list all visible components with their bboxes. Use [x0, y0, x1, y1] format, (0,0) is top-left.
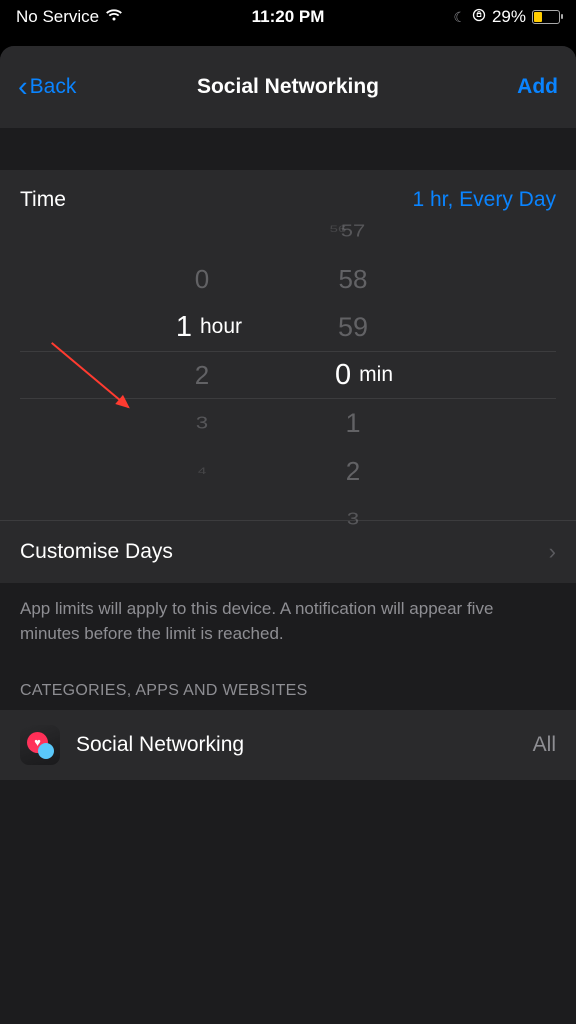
time-value: 1 hr, Every Day [412, 188, 556, 212]
wheel-item: 57 [313, 212, 393, 250]
wheel-item: 2 [162, 351, 242, 399]
wifi-icon [105, 7, 123, 27]
minute-wheel[interactable]: 56 57 58 59 0 min 1 2 3 [298, 235, 438, 515]
category-row[interactable]: Social Networking All [0, 710, 576, 780]
back-label: Back [30, 75, 77, 99]
time-row[interactable]: Time 1 hr, Every Day [0, 170, 576, 230]
section-header: CATEGORIES, APPS AND WEBSITES [0, 660, 576, 710]
time-label: Time [20, 188, 66, 212]
wheel-item: 58 [313, 255, 393, 303]
battery-percent: 29% [492, 7, 526, 27]
lock-orientation-icon [472, 7, 486, 27]
help-text: App limits will apply to this device. A … [0, 583, 576, 660]
hour-unit: hour [200, 315, 242, 339]
minute-selected: 0 [335, 359, 351, 392]
battery-icon [532, 10, 560, 24]
chevron-right-icon: › [549, 539, 556, 565]
wheel-item: 59 [313, 303, 393, 351]
status-bar: No Service 11:20 PM ☾ 29% [0, 0, 576, 34]
wheel-item: 1 [313, 399, 393, 447]
wheel-item: 0 [162, 255, 242, 303]
customise-days-row[interactable]: Customise Days › [0, 520, 576, 583]
wheel-item: 4 [162, 457, 242, 486]
wheel-item: 2 [313, 447, 393, 495]
chevron-left-icon: ‹ [18, 71, 28, 104]
moon-icon: ☾ [453, 9, 466, 26]
category-label: Social Networking [76, 733, 517, 757]
nav-bar: ‹ Back Social Networking Add [0, 46, 576, 128]
social-networking-icon [20, 725, 60, 765]
wheel-item: 3 [162, 404, 242, 442]
settings-sheet: ‹ Back Social Networking Add Time 1 hr, … [0, 46, 576, 1024]
hour-wheel[interactable]: 0 1 hour 2 3 4 [138, 235, 278, 515]
clock-text: 11:20 PM [252, 7, 325, 27]
hour-selected: 1 [176, 311, 192, 344]
page-title: Social Networking [197, 75, 379, 99]
customise-label: Customise Days [20, 540, 173, 564]
carrier-text: No Service [16, 7, 99, 27]
wheel-item: 3 [313, 500, 393, 538]
category-value: All [533, 733, 556, 757]
back-button[interactable]: ‹ Back [18, 71, 76, 104]
add-button[interactable]: Add [517, 75, 558, 99]
time-picker: 0 1 hour 2 3 4 56 57 58 59 [0, 230, 576, 520]
minute-unit: min [359, 363, 393, 387]
